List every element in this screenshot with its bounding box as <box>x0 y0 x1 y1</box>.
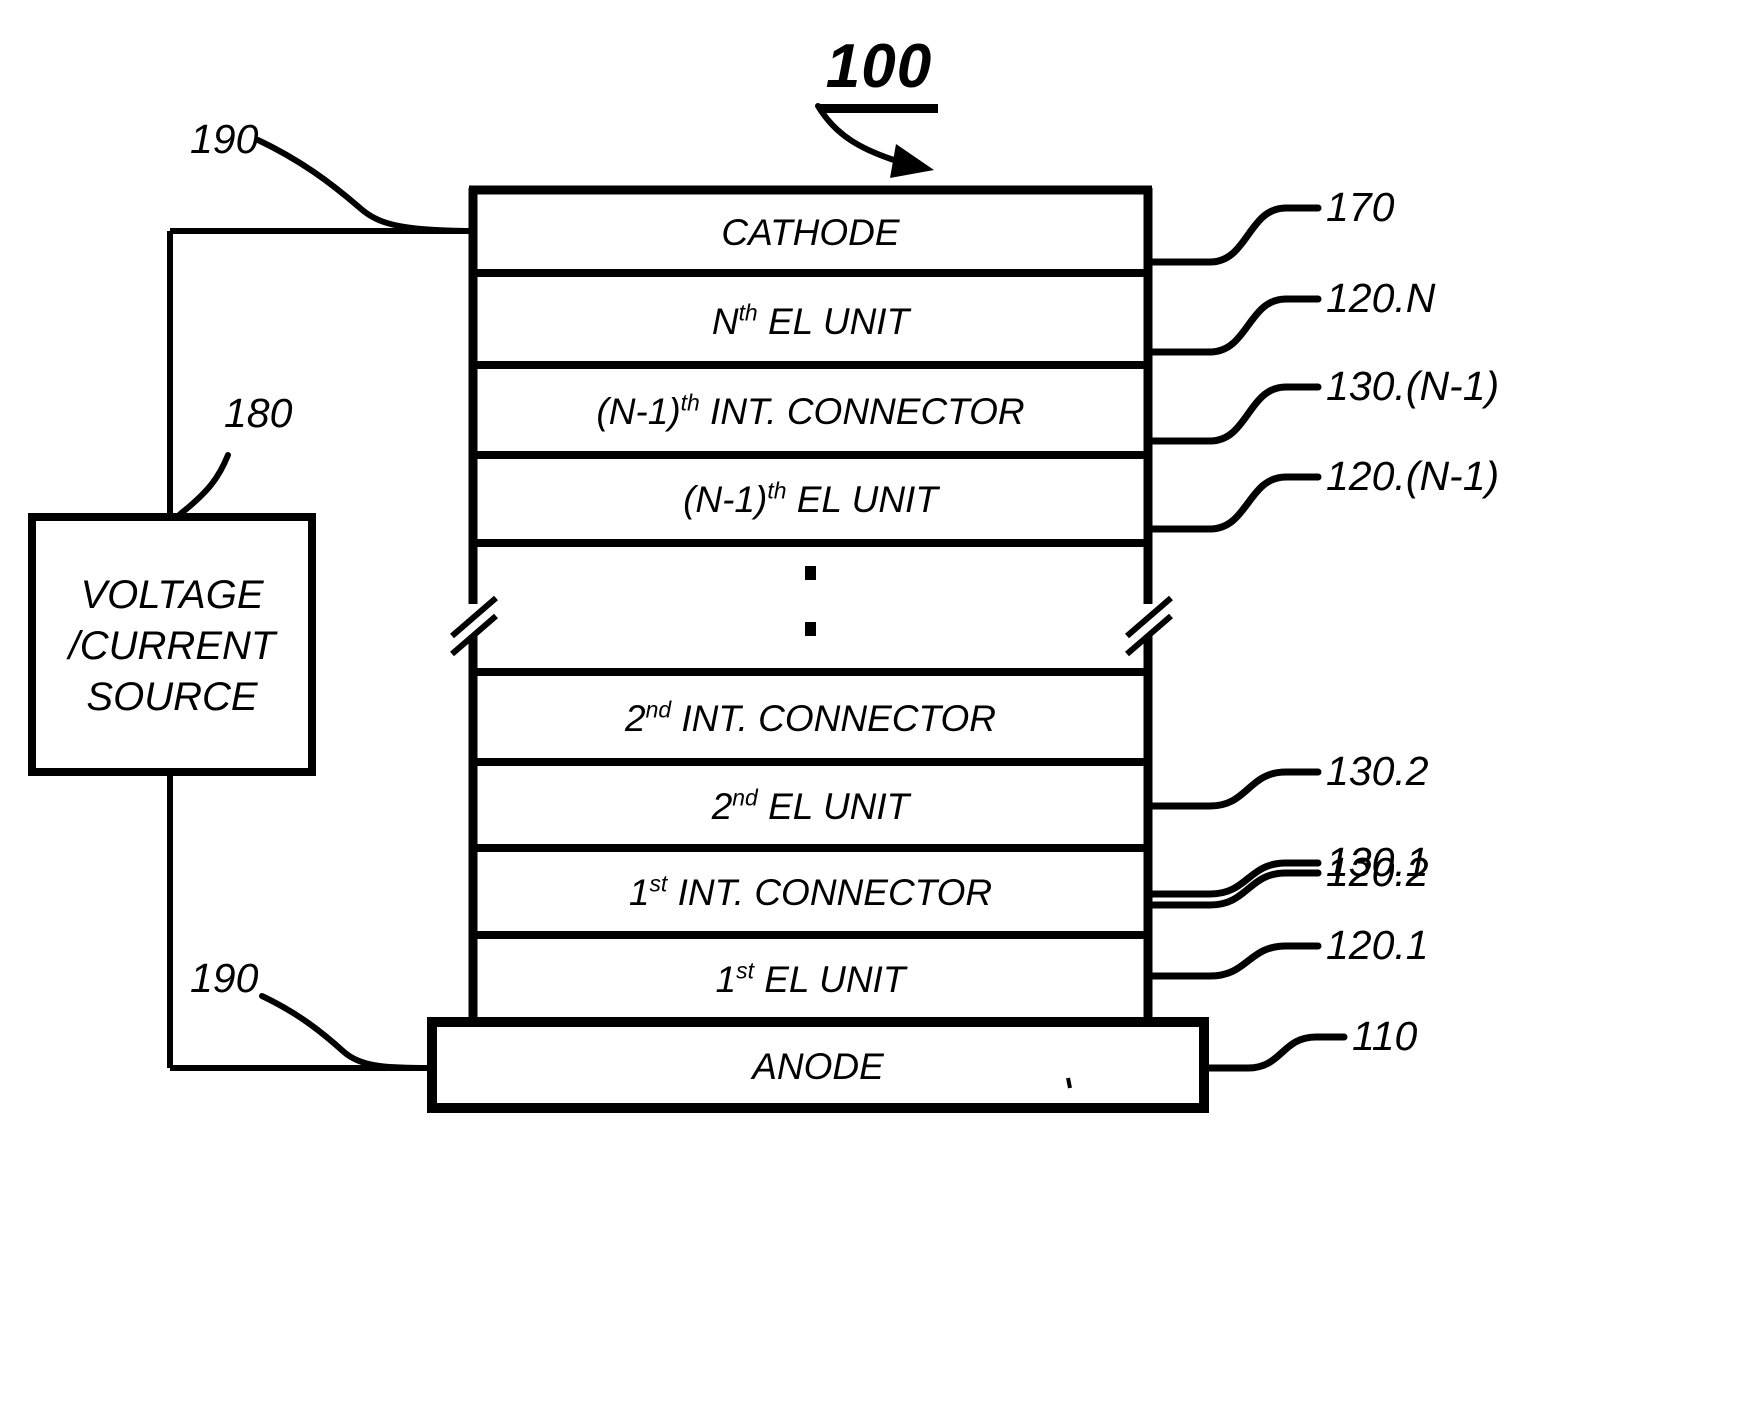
int-conn-2-rest: INT. CONNECTOR <box>671 698 996 739</box>
leader-190-top <box>255 137 469 234</box>
el-unit-n1-suffix: th <box>767 477 787 504</box>
ref-num-int-conn-n-1: 130.(N-1) <box>1326 363 1500 409</box>
int-conn-1-ordinal: 1 <box>628 872 650 913</box>
int-conn-n1-ordinal: (N-1) <box>596 391 681 432</box>
source-line-3: SOURCE <box>86 675 258 720</box>
source-line-2: /CURRENT <box>68 624 276 669</box>
ref-num-wire-top: 190 <box>190 116 259 162</box>
ref-num-anode: 110 <box>1352 1013 1418 1059</box>
source-box-label: VOLTAGE /CURRENT SOURCE <box>32 570 312 724</box>
layer-label-int-conn-1: 1st INT. CONNECTOR <box>473 872 1148 914</box>
ref-num-el-unit-n: 120.N <box>1326 275 1436 321</box>
el-unit-n-suffix: th <box>738 299 758 326</box>
layer-label-cathode: CATHODE <box>473 212 1148 254</box>
el-unit-n1-rest: EL UNIT <box>786 479 938 520</box>
el-unit-1-ordinal: 1 <box>715 959 737 1000</box>
layer-label-el-unit-2: 2nd EL UNIT <box>473 786 1148 828</box>
layer-label-int-conn-2: 2nd INT. CONNECTOR <box>473 698 1148 740</box>
source-line-1: VOLTAGE <box>80 573 264 617</box>
leader-180 <box>173 452 231 521</box>
ref-num-el-unit-n-1: 120.(N-1) <box>1326 453 1500 499</box>
ref-num-wire-bottom: 190 <box>190 955 259 1001</box>
el-unit-1-suffix: st <box>736 957 754 984</box>
el-unit-n-ordinal: N <box>711 301 739 342</box>
layer-label-el-unit-1: 1st EL UNIT <box>473 959 1148 1001</box>
layer-label-anode: ANODE <box>432 1046 1204 1088</box>
el-unit-n-rest: EL UNIT <box>757 301 910 342</box>
patent-figure: 100 VOLTAGE /CURRENT SOURCE CATHODE Nth … <box>0 0 1758 1424</box>
layer-label-el-unit-n: Nth EL UNIT <box>473 301 1148 343</box>
int-conn-2-ordinal: 2 <box>625 698 646 739</box>
ref-num-int-conn-2: 130.2 <box>1326 748 1429 794</box>
el-unit-1-rest: EL UNIT <box>753 959 906 1000</box>
figure-number-arrow <box>815 103 934 178</box>
el-unit-2-rest: EL UNIT <box>757 786 910 827</box>
ref-num-el-unit-1: 120.1 <box>1326 922 1429 968</box>
layer-label-el-unit-n-1: (N-1)th EL UNIT <box>473 479 1148 521</box>
leader-190-bottom <box>259 993 431 1071</box>
leader-lines-right <box>1144 204 1348 1072</box>
vertical-ellipsis <box>805 566 816 636</box>
el-unit-2-ordinal: 2 <box>711 786 733 827</box>
int-conn-n1-suffix: th <box>680 389 700 416</box>
int-conn-2-suffix: nd <box>645 696 672 723</box>
el-unit-n1-ordinal: (N-1) <box>683 479 768 520</box>
ref-num-int-conn-1: 130.1 <box>1326 839 1429 885</box>
int-conn-1-rest: INT. CONNECTOR <box>667 872 993 913</box>
int-conn-n1-rest: INT. CONNECTOR <box>699 391 1025 432</box>
int-conn-1-suffix: st <box>649 870 668 897</box>
ref-num-cathode: 170 <box>1326 184 1395 230</box>
anode-text: ANODE <box>752 1046 884 1087</box>
figure-number: 100 <box>0 36 1758 113</box>
el-unit-2-suffix: nd <box>732 784 758 811</box>
cathode-text: CATHODE <box>721 212 900 253</box>
layer-label-int-conn-n-1: (N-1)th INT. CONNECTOR <box>473 391 1148 433</box>
figure-number-text: 100 <box>819 36 939 113</box>
ref-num-source: 180 <box>224 390 293 436</box>
